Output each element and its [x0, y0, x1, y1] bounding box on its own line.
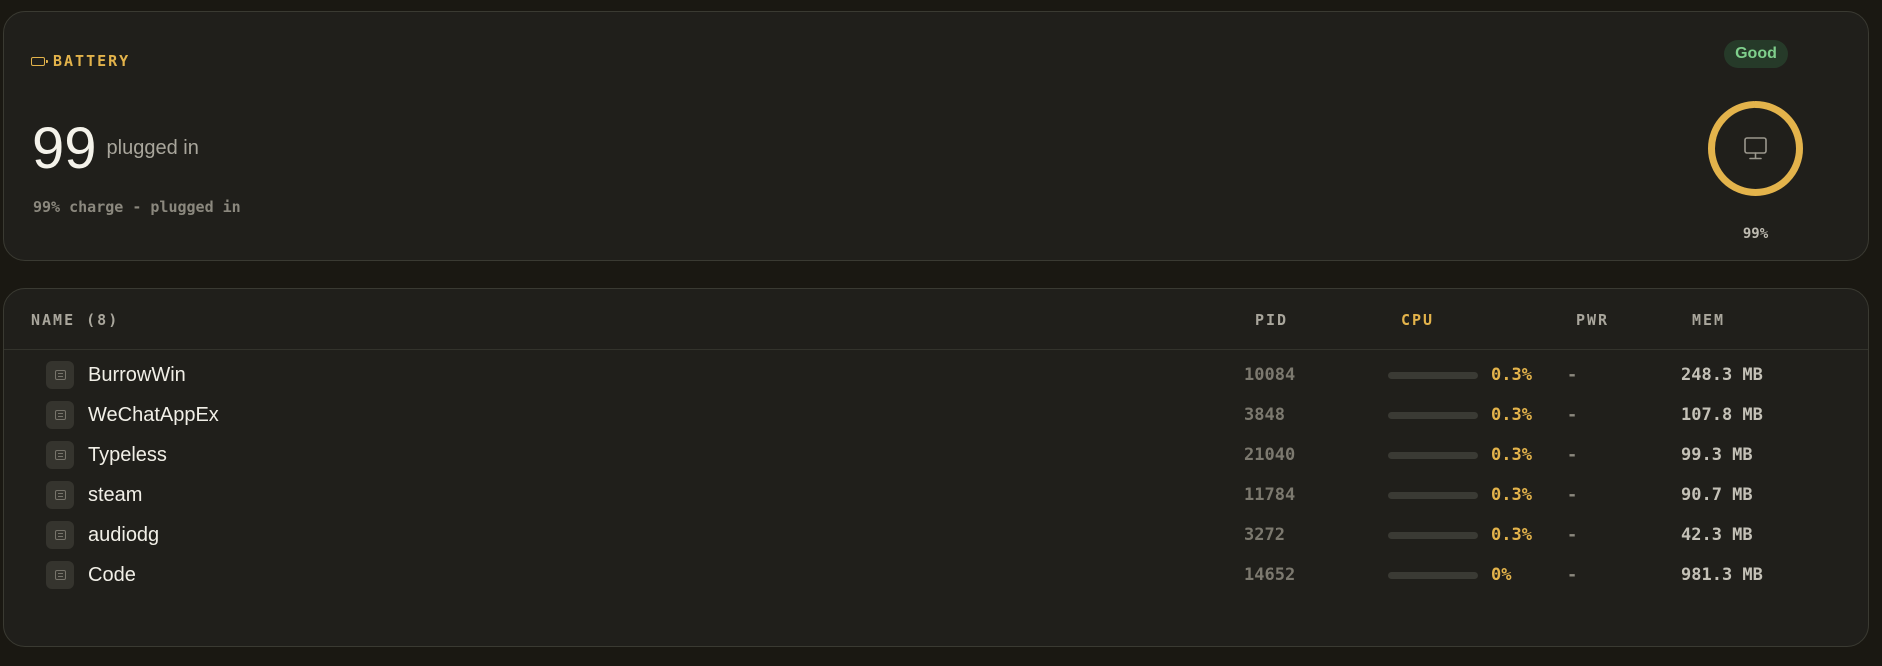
app-icon	[46, 441, 74, 469]
process-pwr: -	[1567, 525, 1578, 545]
process-mem: 981.3 MB	[1681, 565, 1763, 585]
health-badge: Good	[1724, 40, 1788, 68]
process-mem: 42.3 MB	[1681, 525, 1753, 545]
process-name: Code	[88, 564, 136, 586]
process-mem: 248.3 MB	[1681, 365, 1763, 385]
process-cpu: 0.3%	[1491, 445, 1532, 465]
process-table: NAME (8) PID CPU PWR MEM BurrowWin 10084…	[3, 288, 1869, 647]
table-header: NAME (8) PID CPU PWR MEM	[4, 289, 1868, 350]
column-pwr-header[interactable]: PWR	[1576, 311, 1609, 329]
battery-icon	[31, 56, 48, 66]
process-name: steam	[88, 484, 143, 506]
charge-percent: 99%	[1742, 226, 1769, 242]
cpu-bar	[1388, 412, 1478, 419]
process-mem: 99.3 MB	[1681, 445, 1753, 465]
charge-ring	[1708, 101, 1803, 196]
column-cpu-header[interactable]: CPU	[1401, 311, 1434, 329]
battery-detail: 99% charge - plugged in	[33, 198, 241, 216]
process-pid: 14652	[1244, 565, 1296, 585]
process-pid: 21040	[1244, 445, 1296, 465]
battery-value: 99	[32, 116, 97, 181]
battery-level: 99 plugged in	[32, 120, 199, 178]
process-cpu: 0%	[1491, 565, 1512, 585]
process-mem: 90.7 MB	[1681, 485, 1753, 505]
process-cpu: 0.3%	[1491, 485, 1532, 505]
process-cpu: 0.3%	[1491, 405, 1532, 425]
column-mem-header[interactable]: MEM	[1692, 311, 1725, 329]
app-icon	[46, 481, 74, 509]
process-pid: 10084	[1244, 365, 1296, 385]
process-name: BurrowWin	[88, 364, 186, 386]
process-pwr: -	[1567, 565, 1578, 585]
cpu-bar	[1388, 372, 1478, 379]
process-pid: 11784	[1244, 485, 1296, 505]
process-pwr: -	[1567, 365, 1578, 385]
column-name-header[interactable]: NAME (8)	[31, 311, 119, 329]
app-icon	[46, 401, 74, 429]
cpu-bar	[1388, 452, 1478, 459]
battery-card: BATTERY 99 plugged in 99% charge - plugg…	[3, 11, 1869, 261]
battery-header: BATTERY	[31, 52, 130, 70]
app-icon	[46, 361, 74, 389]
process-cpu: 0.3%	[1491, 365, 1532, 385]
table-row[interactable]: Code 14652 0% - 981.3 MB	[4, 551, 1868, 599]
cpu-bar	[1388, 532, 1478, 539]
process-pid: 3848	[1244, 405, 1285, 425]
process-pwr: -	[1567, 485, 1578, 505]
process-pid: 3272	[1244, 525, 1285, 545]
process-mem: 107.8 MB	[1681, 405, 1763, 425]
app-icon	[46, 521, 74, 549]
process-cpu: 0.3%	[1491, 525, 1532, 545]
process-name: WeChatAppEx	[88, 404, 219, 426]
battery-status: plugged in	[106, 137, 199, 159]
process-pwr: -	[1567, 445, 1578, 465]
charge-ring-arc	[1708, 101, 1803, 196]
app-icon	[46, 561, 74, 589]
battery-title: BATTERY	[53, 52, 131, 70]
process-name: Typeless	[88, 444, 167, 466]
cpu-bar	[1388, 492, 1478, 499]
column-pid-header[interactable]: PID	[1255, 311, 1288, 329]
cpu-bar	[1388, 572, 1478, 579]
process-name: audiodg	[88, 524, 160, 546]
process-pwr: -	[1567, 405, 1578, 425]
monitor-icon	[1744, 137, 1767, 160]
